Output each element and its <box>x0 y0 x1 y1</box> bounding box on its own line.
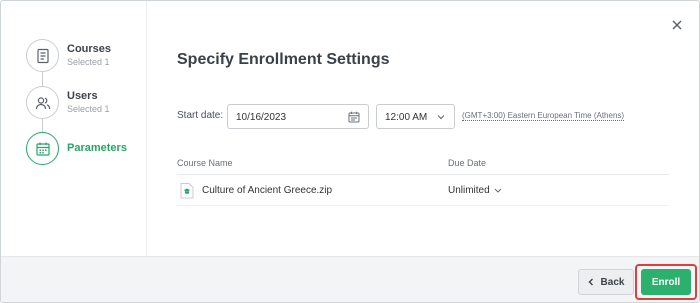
calendar-icon[interactable] <box>348 111 360 123</box>
enrollment-dialog: Courses Selected 1 Users Selected 1 Para… <box>0 0 700 303</box>
step-title: Courses <box>67 43 112 55</box>
column-header-course-name: Course Name <box>177 158 233 168</box>
start-date-value: 10/16/2023 <box>236 112 287 123</box>
users-icon <box>26 86 59 119</box>
timezone-link[interactable]: (GMT+3:00) Eastern European Time (Athens… <box>462 111 625 121</box>
step-courses[interactable]: Courses Selected 1 <box>26 39 144 75</box>
table-row-divider <box>177 205 669 206</box>
close-icon[interactable] <box>670 18 684 32</box>
step-users[interactable]: Users Selected 1 <box>26 86 144 122</box>
step-subtitle: Selected 1 <box>67 104 110 114</box>
course-name: Culture of Ancient Greece.zip <box>202 185 333 196</box>
step-title: Users <box>67 90 98 102</box>
table-header-divider <box>177 174 669 175</box>
step-parameters[interactable]: Parameters <box>26 132 144 168</box>
step-title: Parameters <box>67 142 127 154</box>
document-icon <box>26 39 59 72</box>
dialog-footer: Back Enroll <box>1 256 699 302</box>
enroll-button[interactable]: Enroll <box>641 269 691 295</box>
column-header-due-date: Due Date <box>448 158 487 168</box>
due-date-select[interactable]: Unlimited <box>448 185 490 196</box>
chevron-left-icon <box>588 278 593 286</box>
start-date-field[interactable]: 10/16/2023 <box>227 104 369 129</box>
chevron-down-icon <box>437 115 445 120</box>
chevron-down-icon[interactable] <box>494 188 502 193</box>
back-label: Back <box>600 276 625 288</box>
start-time-value: 12:00 AM <box>385 112 428 123</box>
calendar-icon <box>26 132 59 165</box>
page-title: Specify Enrollment Settings <box>177 51 390 68</box>
zip-file-icon <box>180 183 194 199</box>
start-time-select[interactable]: 12:00 AM <box>376 104 455 129</box>
steps-sidebar: Courses Selected 1 Users Selected 1 Para… <box>1 1 147 256</box>
back-button[interactable]: Back <box>578 269 634 295</box>
start-date-label: Start date: <box>177 110 224 121</box>
step-subtitle: Selected 1 <box>67 57 110 67</box>
